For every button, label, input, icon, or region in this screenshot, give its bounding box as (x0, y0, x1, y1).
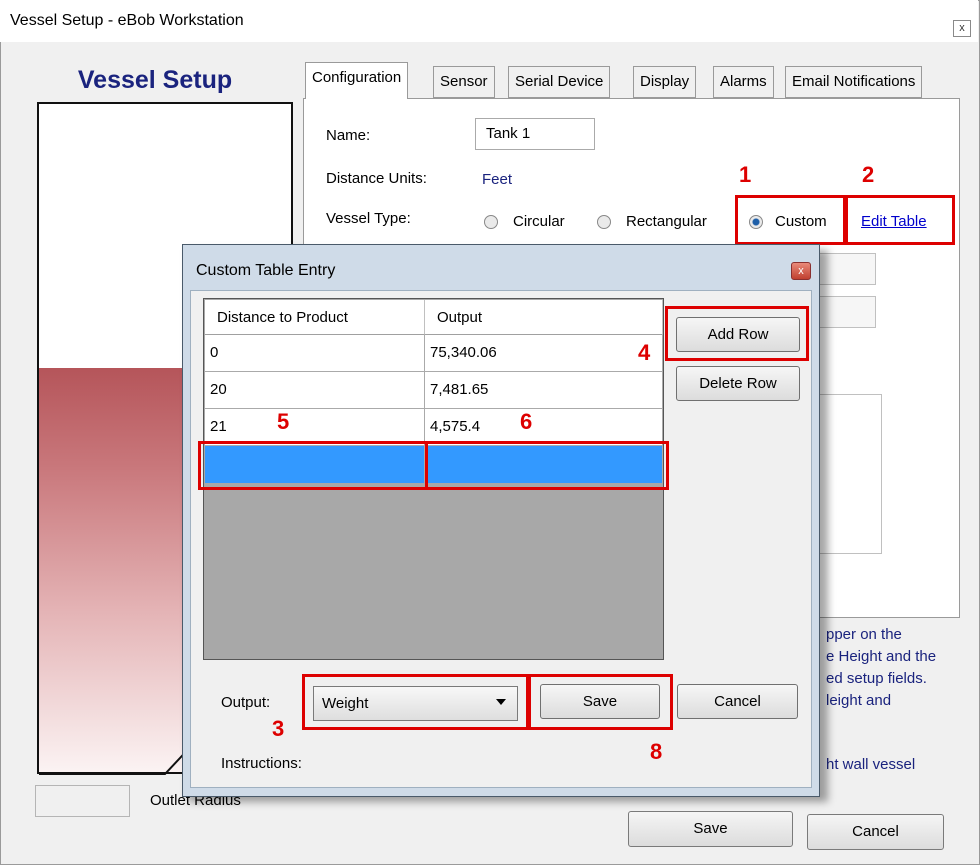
callout-4: 4 (638, 340, 651, 365)
instructions-label: Instructions: (221, 755, 302, 772)
vessel-type-label: Vessel Type: (326, 210, 411, 227)
cancel-button[interactable]: Cancel (807, 814, 944, 850)
distance-units-value: Feet (482, 171, 513, 188)
tab-alarms[interactable]: Alarms (713, 66, 774, 98)
tab-serial-device[interactable]: Serial Device (508, 66, 611, 98)
output-label: Output: (221, 694, 271, 711)
table-cell-output[interactable]: 7,481.65 (425, 372, 663, 409)
window-close-icon[interactable]: x (953, 20, 971, 37)
column-header-output[interactable]: Output (425, 300, 663, 335)
tab-configuration[interactable]: Configuration (305, 62, 409, 99)
radio-rectangular[interactable] (597, 215, 611, 229)
window-title: Vessel Setup - eBob Workstation (10, 12, 244, 29)
callout-3: 3 (272, 716, 285, 741)
help-text-line: leight and (826, 692, 892, 709)
help-text-line: ht wall vessel (826, 756, 916, 773)
highlight-box-custom (735, 195, 846, 245)
delete-row-button[interactable]: Delete Row (676, 366, 800, 401)
highlight-box-output (302, 674, 529, 730)
help-text-line: pper on the (826, 626, 902, 643)
tab-display[interactable]: Display (633, 66, 697, 98)
highlight-box-edit-table (845, 195, 955, 245)
tab-sensor[interactable]: Sensor (433, 66, 495, 98)
vessel-outlet-shape (39, 741, 196, 775)
callout-1: 1 (739, 162, 752, 187)
help-text-line: e Height and the (826, 648, 937, 665)
radio-circular-label: Circular (513, 213, 565, 230)
save-button[interactable]: Save (628, 811, 793, 847)
callout-8: 8 (650, 739, 663, 764)
radio-circular[interactable] (484, 215, 498, 229)
name-label: Name: (326, 127, 371, 144)
highlight-box-new-distance (198, 441, 428, 490)
callout-5: 5 (277, 409, 290, 434)
highlight-box-new-output (425, 441, 669, 490)
panel-heading: Vessel Setup (77, 66, 233, 94)
callout-2: 2 (862, 162, 875, 187)
highlight-box-save (528, 674, 673, 730)
dialog-title: Custom Table Entry (196, 262, 336, 279)
table-cell-distance[interactable]: 0 (205, 335, 425, 372)
dialog-close-icon[interactable]: x (791, 262, 811, 280)
dialog-cancel-button[interactable]: Cancel (677, 684, 798, 719)
outlet-radius-field[interactable] (35, 785, 130, 817)
table-cell-output[interactable]: 75,340.06 (425, 335, 663, 372)
add-row-button[interactable]: Add Row (676, 317, 800, 352)
column-header-distance[interactable]: Distance to Product (205, 300, 425, 335)
tab-email-notifications[interactable]: Email Notifications (785, 66, 923, 98)
radio-rectangular-label: Rectangular (626, 213, 707, 230)
help-text-line: ed setup fields. (826, 670, 927, 687)
callout-6: 6 (520, 409, 533, 434)
name-input[interactable]: Tank 1 (475, 118, 595, 150)
table-cell-distance[interactable]: 20 (205, 372, 425, 409)
distance-units-label: Distance Units: (326, 170, 427, 187)
